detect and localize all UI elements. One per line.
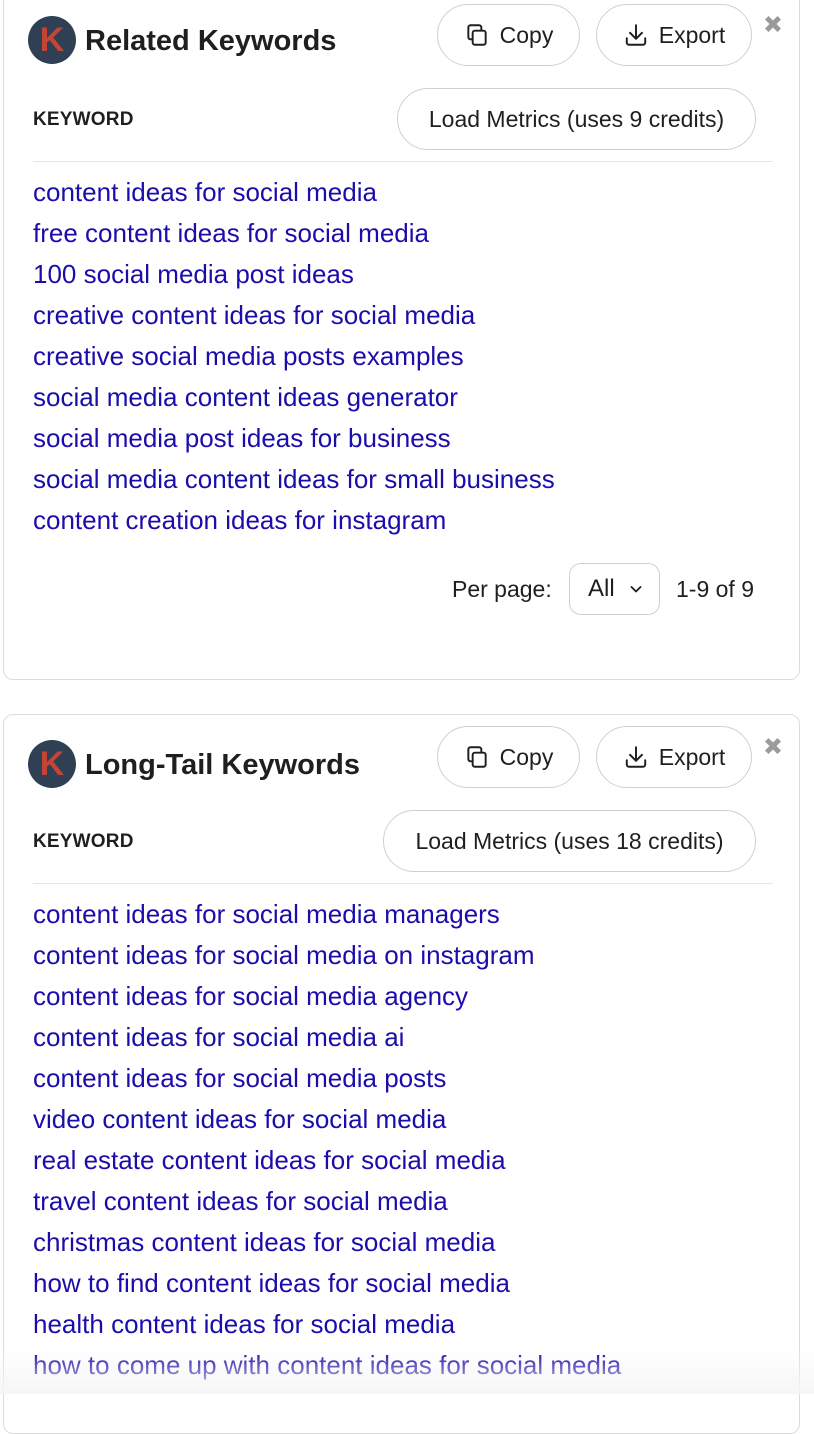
copy-button[interactable]: Copy [437, 4, 580, 66]
load-metrics-button[interactable]: Load Metrics (uses 9 credits) [397, 88, 756, 150]
keyword-link[interactable]: social media post ideas for business [33, 418, 555, 459]
related-keywords-panel: K Related Keywords Copy Export KEYWORD L… [3, 0, 800, 680]
per-page-select[interactable]: All [569, 563, 660, 615]
header-divider [33, 161, 773, 162]
keyword-tool-logo: K [28, 16, 76, 64]
keyword-link[interactable]: travel content ideas for social media [33, 1181, 621, 1222]
keyword-list: content ideas for social media managers … [33, 894, 621, 1386]
keyword-link[interactable]: 100 social media post ideas [33, 254, 555, 295]
copy-button[interactable]: Copy [437, 726, 580, 788]
close-icon[interactable] [761, 12, 785, 36]
per-page-value: All [588, 575, 615, 602]
keyword-list: content ideas for social media free cont… [33, 172, 555, 541]
keyword-link[interactable]: real estate content ideas for social med… [33, 1140, 621, 1181]
keyword-link[interactable]: video content ideas for social media [33, 1099, 621, 1140]
keyword-link[interactable]: content ideas for social media [33, 172, 555, 213]
logo-letter: K [39, 21, 65, 59]
copy-button-label: Copy [499, 21, 554, 48]
keyword-link[interactable]: content ideas for social media agency [33, 976, 621, 1017]
export-button-label: Export [658, 743, 726, 770]
keyword-link[interactable]: free content ideas for social media [33, 213, 555, 254]
keyword-link[interactable]: how to find content ideas for social med… [33, 1263, 621, 1304]
chevron-down-icon [630, 586, 642, 593]
keyword-link[interactable]: health content ideas for social media [33, 1304, 621, 1345]
keyword-link[interactable]: content ideas for social media managers [33, 894, 621, 935]
long-tail-keywords-panel: K Long-Tail Keywords Copy Export KEYWORD… [3, 714, 800, 1434]
keyword-tool-logo: K [28, 740, 76, 788]
download-icon [625, 746, 646, 768]
keyword-link[interactable]: how to come up with content ideas for so… [33, 1345, 621, 1386]
keyword-column-header: KEYWORD [33, 831, 134, 852]
keyword-link[interactable]: creative social media posts examples [33, 336, 555, 377]
per-page-label: Per page: [452, 576, 552, 602]
copy-icon [466, 746, 487, 768]
header-divider [33, 883, 773, 884]
download-icon [625, 24, 646, 46]
export-button-label: Export [658, 21, 726, 48]
pagination-range: 1-9 of 9 [676, 576, 754, 602]
keyword-link[interactable]: social media content ideas for small bus… [33, 459, 555, 500]
panel-title: Long-Tail Keywords [85, 749, 360, 781]
load-metrics-button[interactable]: Load Metrics (uses 18 credits) [383, 810, 756, 872]
copy-icon [466, 24, 487, 46]
keyword-link[interactable]: content ideas for social media on instag… [33, 935, 621, 976]
keyword-link[interactable]: creative content ideas for social media [33, 295, 555, 336]
keyword-link[interactable]: content ideas for social media posts [33, 1058, 621, 1099]
export-button[interactable]: Export [596, 726, 752, 788]
keyword-link[interactable]: content ideas for social media ai [33, 1017, 621, 1058]
keyword-link[interactable]: content creation ideas for instagram [33, 500, 555, 541]
export-button[interactable]: Export [596, 4, 752, 66]
keyword-link[interactable]: social media content ideas generator [33, 377, 555, 418]
close-icon[interactable] [761, 734, 785, 758]
panel-title: Related Keywords [85, 25, 337, 57]
keyword-link[interactable]: christmas content ideas for social media [33, 1222, 621, 1263]
keyword-column-header: KEYWORD [33, 109, 134, 130]
logo-letter: K [39, 745, 65, 783]
copy-button-label: Copy [499, 743, 554, 770]
